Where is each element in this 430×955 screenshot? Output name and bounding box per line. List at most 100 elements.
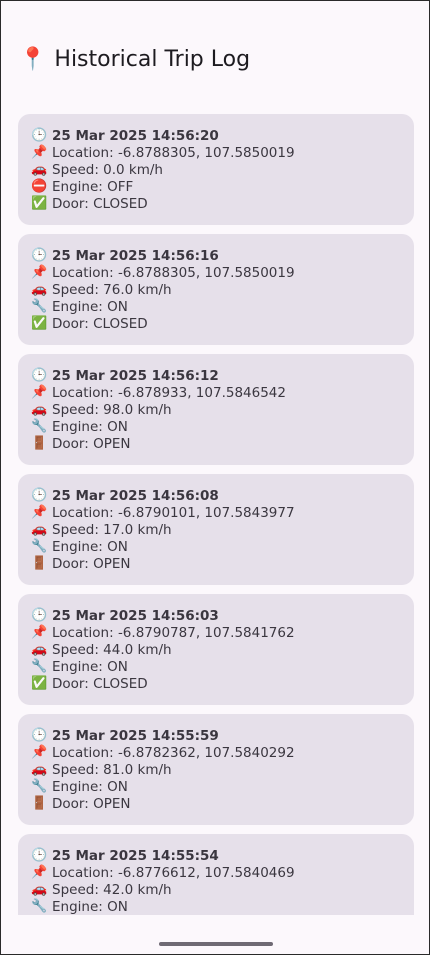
- timestamp-row: 🕒 25 Mar 2025 14:55:54: [31, 847, 414, 864]
- engine-row: 🔧 Engine: ON: [31, 658, 414, 675]
- pushpin-icon: 📌: [31, 385, 48, 400]
- door-status: Door: OPEN: [52, 795, 131, 812]
- pushpin-icon: 📌: [31, 265, 48, 280]
- wrench-icon: 🔧: [31, 779, 48, 794]
- trip-log-card[interactable]: 🕒 25 Mar 2025 14:56:16 📌 Location: -6.87…: [18, 234, 414, 345]
- door-row: ✅ Door: CLOSED: [31, 315, 414, 332]
- check-mark-icon: ✅: [31, 676, 48, 691]
- speed-text: Speed: 76.0 km/h: [52, 281, 172, 298]
- speed-row: 🚗 Speed: 81.0 km/h: [31, 761, 414, 778]
- timestamp-row: 🕒 25 Mar 2025 14:56:12: [31, 367, 414, 384]
- pushpin-icon: 📌: [31, 505, 48, 520]
- speed-row: 🚗 Speed: 76.0 km/h: [31, 281, 414, 298]
- timestamp: 25 Mar 2025 14:56:20: [52, 127, 219, 144]
- engine-row: ⛔ Engine: OFF: [31, 178, 414, 195]
- door-icon: 🚪: [31, 556, 48, 571]
- clock-icon: 🕒: [31, 488, 48, 503]
- timestamp: 25 Mar 2025 14:55:59: [52, 727, 219, 744]
- trip-log-card[interactable]: 🕒 25 Mar 2025 14:56:12 📌 Location: -6.87…: [18, 354, 414, 465]
- wrench-icon: 🔧: [31, 899, 48, 914]
- door-status: Door: CLOSED: [52, 195, 148, 212]
- pushpin-icon: 📌: [31, 745, 48, 760]
- timestamp-row: 🕒 25 Mar 2025 14:56:16: [31, 247, 414, 264]
- wrench-icon: 🔧: [31, 659, 48, 674]
- pushpin-icon: 📌: [31, 625, 48, 640]
- speed-row: 🚗 Speed: 0.0 km/h: [31, 161, 414, 178]
- speed-text: Speed: 81.0 km/h: [52, 761, 172, 778]
- timestamp: 25 Mar 2025 14:56:08: [52, 487, 219, 504]
- map-pin-icon: 📍: [19, 47, 47, 72]
- door-status: Door: OPEN: [52, 555, 131, 572]
- location-text: Location: -6.878933, 107.5846542: [52, 384, 286, 401]
- engine-row: 🔧 Engine: ON: [31, 418, 414, 435]
- car-icon: 🚗: [31, 162, 48, 177]
- trip-log-card[interactable]: 🕒 25 Mar 2025 14:55:54 📌 Location: -6.87…: [18, 834, 414, 915]
- clock-icon: 🕒: [31, 848, 48, 863]
- engine-row: 🔧 Engine: ON: [31, 898, 414, 915]
- trip-log-card[interactable]: 🕒 25 Mar 2025 14:56:08 📌 Location: -6.87…: [18, 474, 414, 585]
- location-row: 📌 Location: -6.8782362, 107.5840292: [31, 744, 414, 761]
- location-row: 📌 Location: -6.8790787, 107.5841762: [31, 624, 414, 641]
- engine-row: 🔧 Engine: ON: [31, 778, 414, 795]
- car-icon: 🚗: [31, 882, 48, 897]
- wrench-icon: 🔧: [31, 419, 48, 434]
- trip-log-list[interactable]: 🕒 25 Mar 2025 14:56:20 📌 Location: -6.87…: [18, 114, 414, 915]
- door-row: 🚪 Door: OPEN: [31, 435, 414, 452]
- timestamp-row: 🕒 25 Mar 2025 14:56:20: [31, 127, 414, 144]
- car-icon: 🚗: [31, 522, 48, 537]
- speed-row: 🚗 Speed: 44.0 km/h: [31, 641, 414, 658]
- trip-log-card[interactable]: 🕒 25 Mar 2025 14:56:20 📌 Location: -6.87…: [18, 114, 414, 225]
- wrench-icon: 🔧: [31, 539, 48, 554]
- timestamp-row: 🕒 25 Mar 2025 14:56:08: [31, 487, 414, 504]
- engine-status: Engine: ON: [52, 898, 128, 915]
- car-icon: 🚗: [31, 762, 48, 777]
- engine-status: Engine: ON: [52, 298, 128, 315]
- wrench-icon: 🔧: [31, 299, 48, 314]
- speed-text: Speed: 42.0 km/h: [52, 881, 172, 898]
- page-title: Historical Trip Log: [54, 47, 251, 72]
- timestamp: 25 Mar 2025 14:56:16: [52, 247, 219, 264]
- timestamp: 25 Mar 2025 14:56:12: [52, 367, 219, 384]
- engine-status: Engine: ON: [52, 658, 128, 675]
- location-text: Location: -6.8790101, 107.5843977: [52, 504, 295, 521]
- engine-row: 🔧 Engine: ON: [31, 538, 414, 555]
- location-text: Location: -6.8782362, 107.5840292: [52, 744, 295, 761]
- check-mark-icon: ✅: [31, 196, 48, 211]
- door-icon: 🚪: [31, 796, 48, 811]
- pushpin-icon: 📌: [31, 865, 48, 880]
- pushpin-icon: 📌: [31, 145, 48, 160]
- clock-icon: 🕒: [31, 368, 48, 383]
- clock-icon: 🕒: [31, 608, 48, 623]
- speed-row: 🚗 Speed: 17.0 km/h: [31, 521, 414, 538]
- door-status: Door: CLOSED: [52, 675, 148, 692]
- location-row: 📌 Location: -6.8790101, 107.5843977: [31, 504, 414, 521]
- timestamp: 25 Mar 2025 14:55:54: [52, 847, 219, 864]
- clock-icon: 🕒: [31, 728, 48, 743]
- speed-text: Speed: 44.0 km/h: [52, 641, 172, 658]
- clock-icon: 🕒: [31, 248, 48, 263]
- trip-log-card[interactable]: 🕒 25 Mar 2025 14:55:59 📌 Location: -6.87…: [18, 714, 414, 825]
- door-icon: 🚪: [31, 436, 48, 451]
- speed-text: Speed: 17.0 km/h: [52, 521, 172, 538]
- clock-icon: 🕒: [31, 128, 48, 143]
- engine-row: 🔧 Engine: ON: [31, 298, 414, 315]
- engine-status: Engine: ON: [52, 538, 128, 555]
- check-mark-icon: ✅: [31, 316, 48, 331]
- car-icon: 🚗: [31, 642, 48, 657]
- location-text: Location: -6.8788305, 107.5850019: [52, 144, 295, 161]
- top-app-bar: 📍 Historical Trip Log: [1, 1, 429, 113]
- engine-status: Engine: ON: [52, 418, 128, 435]
- door-row: ✅ Door: CLOSED: [31, 675, 414, 692]
- engine-status: Engine: OFF: [52, 178, 134, 195]
- timestamp: 25 Mar 2025 14:56:03: [52, 607, 219, 624]
- door-row: 🚪 Door: OPEN: [31, 795, 414, 812]
- location-text: Location: -6.8776612, 107.5840469: [52, 864, 295, 881]
- speed-row: 🚗 Speed: 42.0 km/h: [31, 881, 414, 898]
- no-entry-icon: ⛔: [31, 179, 48, 194]
- location-row: 📌 Location: -6.878933, 107.5846542: [31, 384, 414, 401]
- location-row: 📌 Location: -6.8776612, 107.5840469: [31, 864, 414, 881]
- trip-log-card[interactable]: 🕒 25 Mar 2025 14:56:03 📌 Location: -6.87…: [18, 594, 414, 705]
- door-status: Door: OPEN: [52, 435, 131, 452]
- car-icon: 🚗: [31, 282, 48, 297]
- gesture-navigation-handle[interactable]: [159, 942, 273, 946]
